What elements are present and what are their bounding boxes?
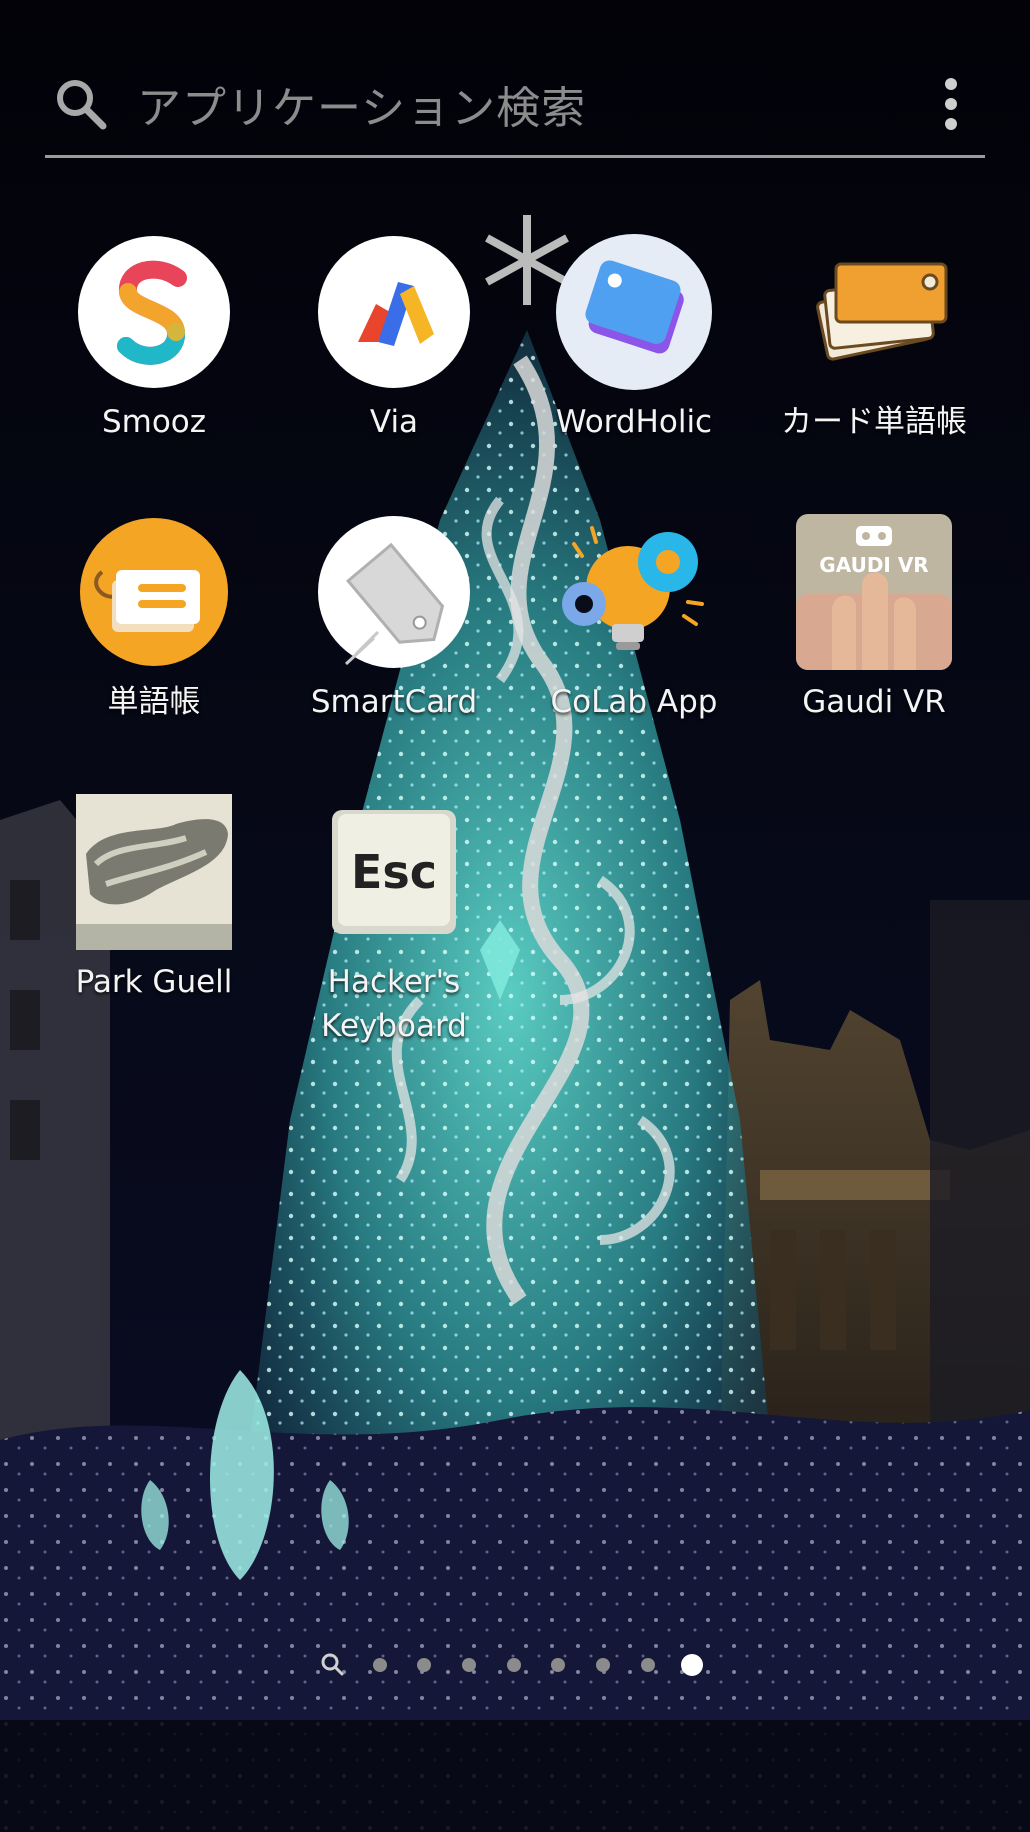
app-label: Hacker's Keyboard: [321, 964, 467, 1044]
search-icon: [57, 80, 107, 130]
page-search-icon[interactable]: [320, 1652, 346, 1678]
app-hackers-keyboard[interactable]: Esc Hacker's Keyboard: [274, 794, 514, 1044]
app-smooz[interactable]: Smooz: [34, 234, 274, 464]
card-stack-icon: [816, 262, 948, 361]
app-label: SmartCard: [310, 684, 478, 720]
page-dot[interactable]: [417, 1658, 431, 1672]
page-dot[interactable]: [641, 1658, 655, 1672]
app-label: Via: [369, 404, 419, 440]
app-label: WordHolic: [555, 404, 713, 440]
esc-key-icon: Esc: [332, 810, 456, 934]
app-label: 単語帳: [107, 684, 201, 720]
page-dot[interactable]: [551, 1658, 565, 1672]
app-label: Smooz: [101, 404, 207, 440]
page-dot[interactable]: [373, 1658, 387, 1672]
app-colab[interactable]: CoLab App: [514, 514, 754, 744]
lightbulb-gear-icon: [562, 526, 704, 650]
page-dot[interactable]: [507, 1658, 521, 1672]
app-label: カード単語帳: [781, 404, 967, 440]
tangocho-icon: [80, 518, 228, 666]
app-park-guell[interactable]: Park Guell: [34, 794, 274, 1024]
gaudi-vr-icon: GAUDI VR: [796, 514, 952, 670]
app-tangocho[interactable]: 単語帳: [34, 514, 274, 744]
page-dot[interactable]: [596, 1658, 610, 1672]
app-card-tangocho[interactable]: カード単語帳: [754, 234, 994, 464]
app-smartcard[interactable]: SmartCard: [274, 514, 514, 744]
page-indicator[interactable]: [320, 1650, 710, 1680]
page-dot-active[interactable]: [681, 1654, 703, 1676]
park-guell-icon: [76, 794, 232, 950]
app-via[interactable]: Via: [274, 234, 514, 464]
search-input[interactable]: アプリケーション検索: [137, 72, 586, 136]
smartcard-tag-icon: [318, 516, 470, 668]
gaudi-vr-icon-text: GAUDI VR: [819, 553, 928, 577]
app-wordholic[interactable]: WordHolic: [514, 234, 754, 464]
app-gaudi-vr[interactable]: GAUDI VR Gaudi VR: [754, 514, 994, 744]
app-label: CoLab App: [550, 684, 718, 720]
page-dot[interactable]: [462, 1658, 476, 1672]
wordholic-icon: [556, 234, 712, 390]
via-icon: [318, 236, 470, 388]
app-label: Gaudi VR: [802, 684, 946, 720]
overflow-menu-icon[interactable]: [939, 76, 963, 132]
app-label: Park Guell: [75, 964, 233, 1000]
app-search-bar[interactable]: アプリケーション検索: [45, 58, 985, 158]
esc-key-text: Esc: [351, 845, 437, 899]
smooz-icon: [78, 236, 230, 388]
